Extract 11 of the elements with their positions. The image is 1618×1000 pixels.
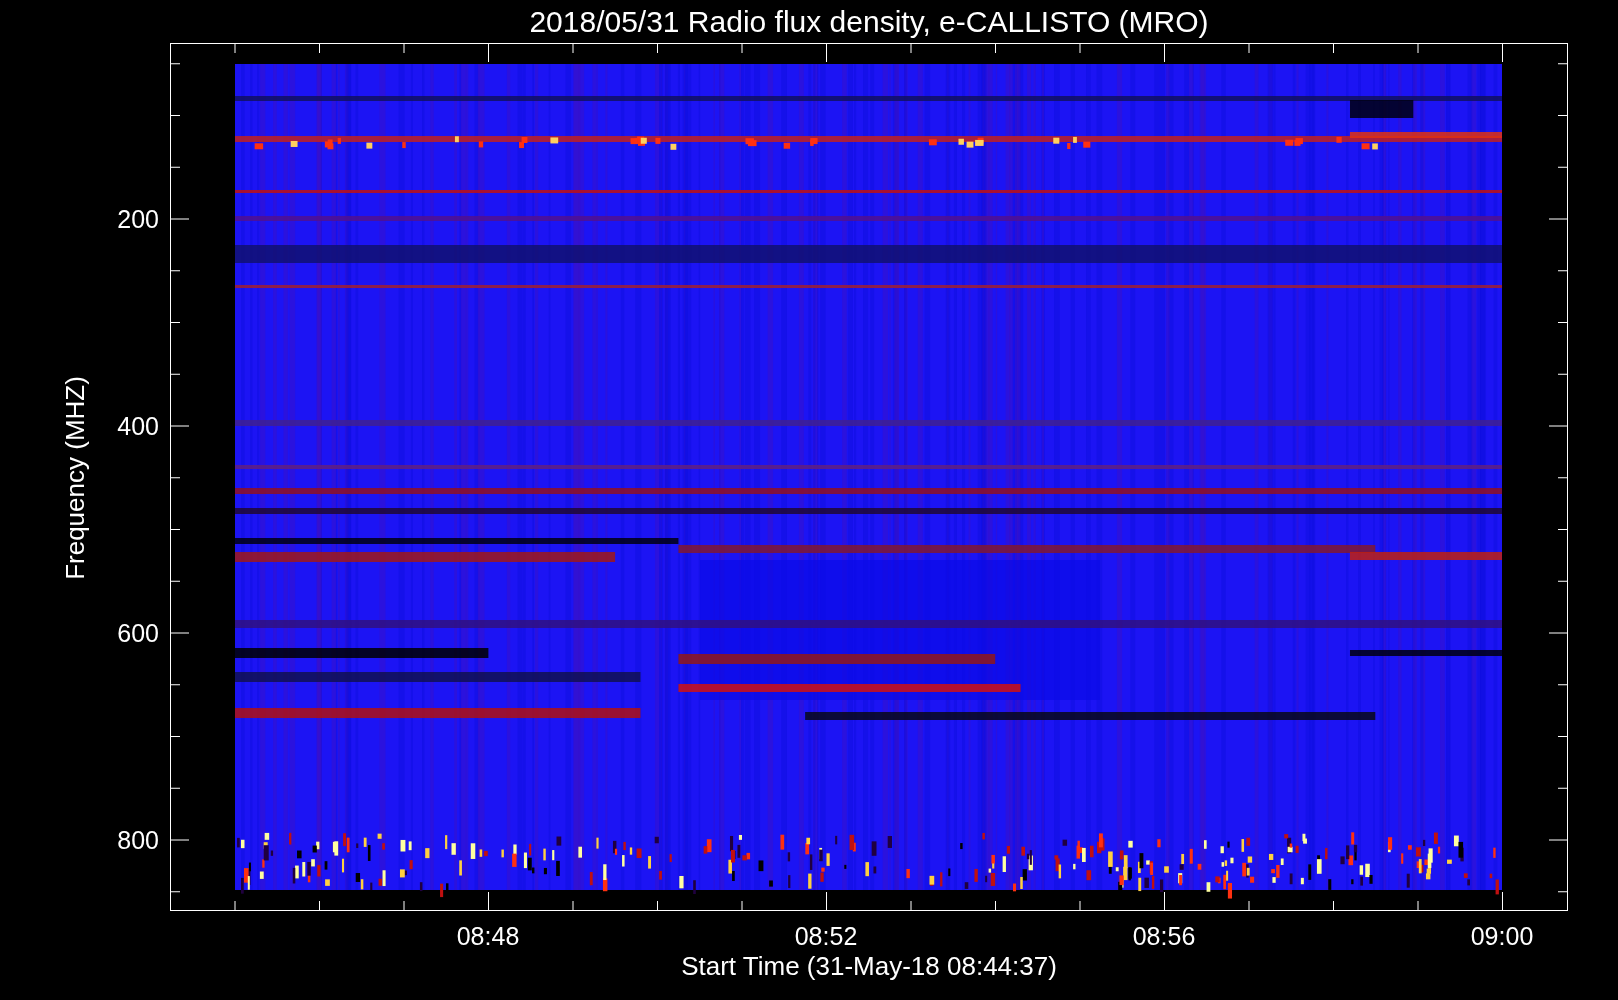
tick-label: 08:56 [1132,922,1196,950]
tick-label: 400 [117,412,159,440]
axis-title: Frequency (MHZ) [60,376,90,580]
tick-label: 200 [117,205,159,233]
tick-label: 08:52 [794,922,858,950]
axis-title: Start Time (31-May-18 08:44:37) [681,951,1057,981]
tick-label: 800 [117,826,159,854]
chart-title: 2018/05/31 Radio flux density, e-CALLISTO (MRO) [529,5,1209,38]
tick-label: 09:00 [1470,922,1534,950]
tick-label: 600 [117,619,159,647]
tick-label: 08:48 [456,922,520,950]
